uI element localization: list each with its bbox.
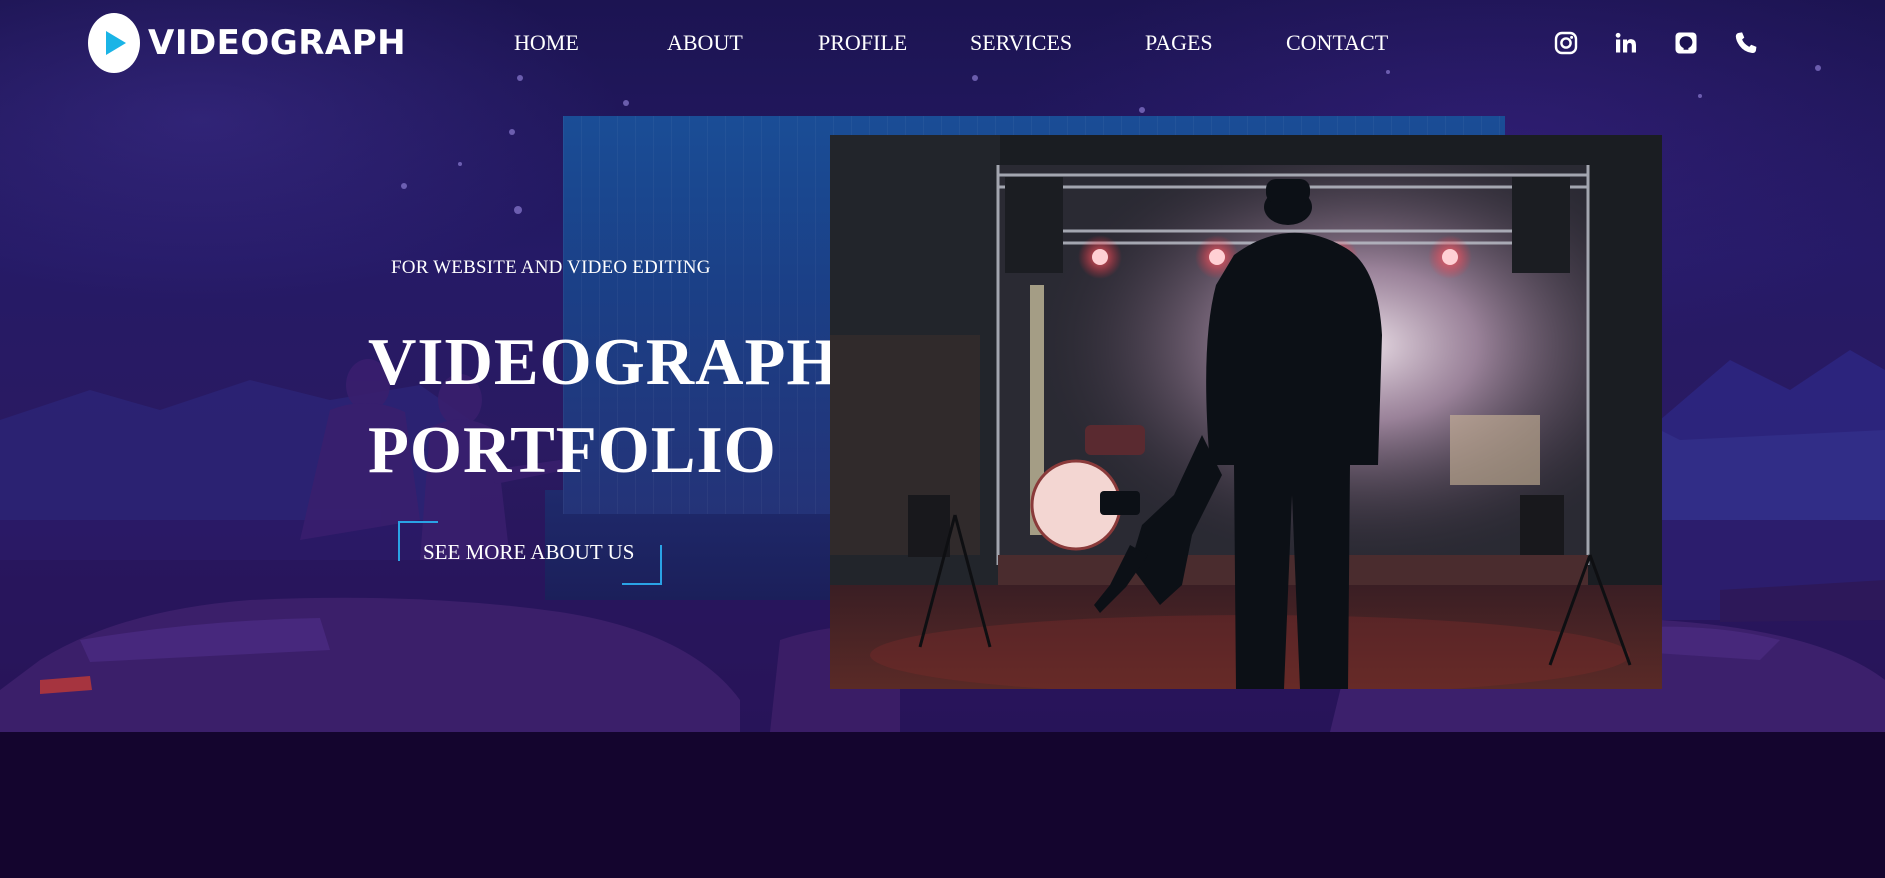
- nav-about[interactable]: ABOUT: [667, 30, 743, 56]
- page: VIDEOGRAPH HOME ABOUT PROFILE SERVICES P…: [0, 0, 1885, 878]
- cta-label: SEE MORE ABOUT US: [423, 540, 635, 564]
- nav-profile[interactable]: PROFILE: [818, 30, 907, 56]
- brand-name: VIDEOGRAPH: [148, 23, 407, 63]
- see-more-button[interactable]: SEE MORE ABOUT US: [398, 521, 662, 585]
- linkedin-icon[interactable]: [1611, 28, 1641, 58]
- phone-icon[interactable]: [1731, 28, 1761, 58]
- instagram-icon[interactable]: [1551, 28, 1581, 58]
- hero-subtitle: FOR WEBSITE AND VIDEO EDITING: [391, 257, 711, 278]
- hero-photo: [830, 135, 1662, 689]
- site-header: VIDEOGRAPH HOME ABOUT PROFILE SERVICES P…: [0, 0, 1885, 88]
- play-icon: [88, 13, 140, 73]
- nav-pages[interactable]: PAGES: [1145, 30, 1213, 56]
- nav-home[interactable]: HOME: [514, 30, 579, 56]
- brand-logo[interactable]: VIDEOGRAPH: [88, 13, 406, 73]
- github-icon[interactable]: [1671, 28, 1701, 58]
- nav-services[interactable]: SERVICES: [970, 30, 1072, 56]
- page-bottom-band: [0, 732, 1885, 878]
- nav-contact[interactable]: CONTACT: [1286, 30, 1388, 56]
